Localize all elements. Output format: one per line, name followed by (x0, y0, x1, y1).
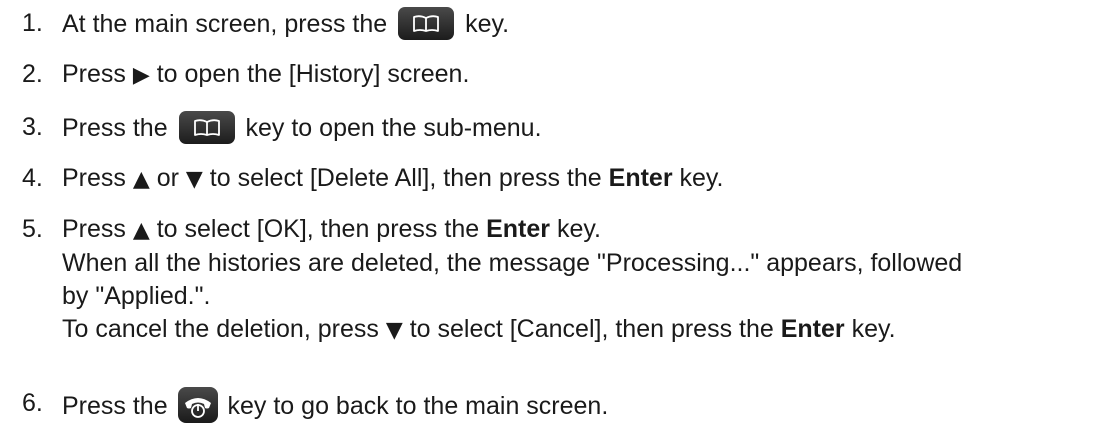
step-text-before: At the main screen, press the (62, 10, 388, 38)
step-text: Press the key to open the sub-menu. (62, 111, 1107, 145)
step-number: 5. (22, 215, 43, 243)
step-text: Press ▲ to select [OK], then press the E… (62, 213, 1107, 347)
step-5-line-1: Press ▲ to select [OK], then press the E… (62, 213, 1107, 247)
step-5-line-3: by "Applied.". (62, 282, 211, 310)
phonebook-key-icon (178, 111, 235, 144)
step-number: 6. (22, 389, 43, 417)
step-number: 1. (22, 9, 43, 37)
step-text-before: Press (62, 215, 126, 243)
step-number: 4. (22, 164, 43, 192)
step-text-after: key to go back to the main screen. (227, 392, 609, 420)
enter-key-label: Enter (608, 164, 673, 192)
step-text: At the main screen, press the key. (62, 7, 1107, 41)
down-arrow-icon: ▼ (385, 318, 403, 343)
step-text-after: key. (465, 10, 510, 38)
step-text-after: to select [Delete All], then press the (209, 164, 602, 192)
enter-key-label: Enter (486, 215, 550, 243)
step-text: Press ▲ or ▼ to select [Delete All], the… (62, 162, 1107, 196)
step-text: Press ▶ to open the [History] screen. (62, 58, 1107, 92)
step-number: 3. (22, 113, 43, 141)
end-call-key-icon (177, 387, 218, 423)
step-text-mid: or (156, 164, 179, 192)
enter-key-label: Enter (780, 315, 845, 343)
step-text-after: to select [Cancel], then press the (409, 315, 774, 343)
phonebook-key-icon (398, 7, 455, 40)
instruction-steps: 1. At the main screen, press the key. 2.… (0, 0, 1112, 434)
step-text-after: to open the [History] screen. (156, 60, 470, 88)
step-5-line-2: When all the histories are deleted, the … (62, 249, 963, 277)
step-5-line-4: To cancel the deletion, press ▼ to selec… (62, 313, 1107, 347)
step-text-before: Press (62, 164, 126, 192)
step-text-before: Press the (62, 114, 168, 142)
step-text-after: to select [OK], then press the (156, 215, 480, 243)
up-arrow-icon: ▲ (132, 218, 150, 243)
up-arrow-icon: ▲ (132, 167, 150, 192)
down-arrow-icon: ▼ (185, 167, 203, 192)
step-text-before: Press (62, 60, 126, 88)
step-text-before: Press the (62, 392, 168, 420)
step-text: Press the key to go back to the main scr… (62, 387, 1107, 423)
step-text-end: key. (851, 315, 896, 343)
step-text-end: key. (679, 164, 724, 192)
right-arrow-icon: ▶ (132, 63, 150, 88)
step-number: 2. (22, 60, 43, 88)
step-text-before: To cancel the deletion, press (62, 315, 379, 343)
step-text-end: key. (556, 215, 601, 243)
step-text-after: key to open the sub-menu. (245, 114, 542, 142)
